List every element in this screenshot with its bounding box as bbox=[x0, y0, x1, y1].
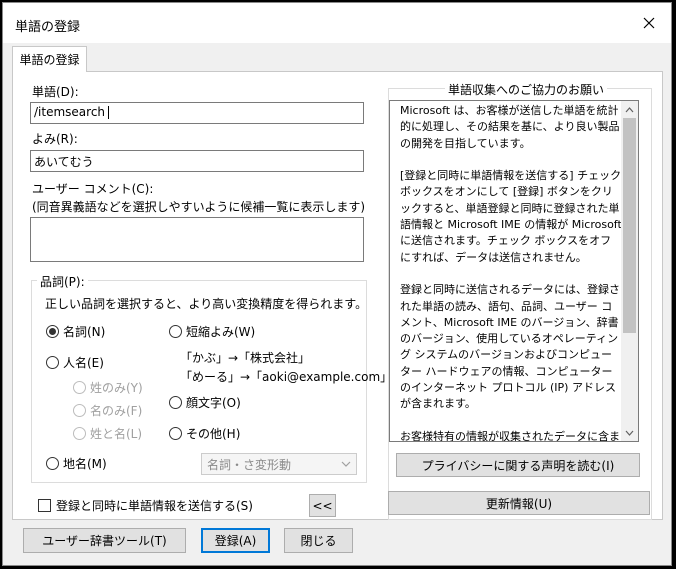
word-label: 単語(D): bbox=[32, 85, 79, 99]
title-bar: 単語の登録 bbox=[3, 3, 671, 43]
radio-person-name-label: 人名(E) bbox=[63, 356, 104, 370]
chevron-up-icon bbox=[625, 106, 634, 112]
radio-noun-label: 名詞(N) bbox=[63, 325, 106, 339]
radio-other-label: その他(H) bbox=[186, 427, 241, 441]
radio-other[interactable]: その他(H) bbox=[169, 425, 240, 442]
radio-surname-and-given-label: 姓と名(L) bbox=[90, 427, 143, 441]
abbreviation-example-2: 「めーる」→「aoki@example.com」 bbox=[180, 370, 393, 384]
reading-label: よみ(R): bbox=[32, 132, 78, 146]
radio-unchecked-icon bbox=[169, 325, 182, 338]
collapse-button[interactable]: << bbox=[309, 494, 336, 517]
reading-input-value: あいてむう bbox=[34, 155, 94, 169]
info-paragraph: [登録と同時に単語情報を送信する] チェック ボックスをオンにして [登録] ボ… bbox=[400, 169, 622, 264]
scroll-up-button[interactable] bbox=[621, 101, 638, 118]
radio-abbreviation-label: 短縮よみ(W) bbox=[186, 325, 256, 339]
comment-hint: (同音異義語などを選択しやすいように候補一覧に表示します) bbox=[32, 200, 366, 214]
comment-input[interactable] bbox=[30, 217, 364, 262]
radio-unchecked-icon bbox=[73, 381, 86, 394]
radio-checked-icon bbox=[46, 325, 59, 338]
radio-surname-only[interactable]: 姓のみ(Y) bbox=[73, 379, 143, 396]
radio-surname-and-given[interactable]: 姓と名(L) bbox=[73, 425, 142, 442]
chevron-down-icon bbox=[625, 430, 634, 436]
send-word-info-label: 登録と同時に単語情報を送信する(S) bbox=[56, 499, 253, 513]
radio-noun[interactable]: 名詞(N) bbox=[46, 323, 105, 340]
close-button[interactable]: 閉じる bbox=[284, 528, 353, 553]
radio-given-only[interactable]: 名のみ(F) bbox=[73, 402, 142, 419]
privacy-statement-button[interactable]: プライバシーに関する声明を読む(I) bbox=[396, 453, 640, 477]
word-input[interactable]: /itemsearch bbox=[30, 102, 364, 124]
part-of-speech-description: 正しい品詞を選択すると、より高い変換精度を得られます。 bbox=[45, 297, 368, 311]
subtype-combobox-value: 名詞・さ変形動 bbox=[207, 457, 292, 472]
info-title: 単語収集へのご協力のお願い bbox=[445, 81, 608, 98]
radio-abbreviation[interactable]: 短縮よみ(W) bbox=[169, 323, 255, 340]
tab-panel: 単語(D): /itemsearch よみ(R): あいてむう ユーザー コメン… bbox=[12, 71, 663, 520]
radio-unchecked-icon bbox=[169, 427, 182, 440]
window-title: 単語の登録 bbox=[15, 20, 81, 35]
abbreviation-example-1: 「かぶ」→「株式会社」 bbox=[180, 351, 311, 365]
radio-emoticon-label: 顔文字(O) bbox=[186, 396, 241, 410]
info-paragraph: 登録と同時に送信されるデータには、登録された単語の読み、語句、品詞、ユーザー コ… bbox=[400, 283, 620, 411]
radio-unchecked-icon bbox=[73, 427, 86, 440]
info-paragraph: お客様特有の情報が収集されたデータに含まれることがあります。このような情報が存在… bbox=[400, 429, 620, 442]
tab-register-word[interactable]: 単語の登録 bbox=[12, 46, 87, 72]
subtype-combobox[interactable]: 名詞・さ変形動 bbox=[201, 453, 357, 475]
part-of-speech-title: 品詞(P): bbox=[37, 273, 88, 290]
radio-place-name[interactable]: 地名(M) bbox=[46, 455, 107, 472]
radio-unchecked-icon bbox=[46, 356, 59, 369]
reading-input[interactable]: あいてむう bbox=[30, 150, 364, 172]
radio-emoticon[interactable]: 顔文字(O) bbox=[169, 394, 241, 411]
radio-surname-only-label: 姓のみ(Y) bbox=[90, 381, 143, 395]
radio-person-name[interactable]: 人名(E) bbox=[46, 354, 104, 371]
scroll-down-button[interactable] bbox=[621, 424, 638, 441]
radio-unchecked-icon bbox=[46, 457, 59, 470]
update-info-button[interactable]: 更新情報(U) bbox=[388, 491, 650, 515]
radio-place-name-label: 地名(M) bbox=[63, 457, 107, 471]
window-close-button[interactable] bbox=[627, 3, 671, 43]
comment-label: ユーザー コメント(C): bbox=[32, 182, 154, 196]
close-icon bbox=[643, 17, 655, 29]
chevron-down-icon bbox=[341, 461, 351, 467]
radio-given-only-label: 名のみ(F) bbox=[90, 404, 143, 418]
register-button[interactable]: 登録(A) bbox=[201, 528, 270, 553]
scroll-thumb[interactable] bbox=[623, 118, 636, 333]
info-paragraph: Microsoft は、お客様が送信した単語を統計的に処理し、その結果を基に、よ… bbox=[400, 104, 620, 150]
send-word-info-checkbox[interactable]: 登録と同時に単語情報を送信する(S) bbox=[38, 497, 253, 514]
info-text: Microsoft は、お客様が送信した単語を統計的に処理し、その結果を基に、よ… bbox=[400, 103, 622, 442]
user-dictionary-tool-button[interactable]: ユーザー辞書ツール(T) bbox=[23, 528, 186, 553]
word-input-value: /itemsearch bbox=[34, 105, 106, 119]
info-scrollbar[interactable] bbox=[621, 101, 638, 441]
radio-unchecked-icon bbox=[169, 396, 182, 409]
register-word-dialog: 単語の登録 単語の登録 単語(D): /itemsearch よみ(R): あい… bbox=[2, 2, 672, 566]
radio-unchecked-icon bbox=[73, 404, 86, 417]
info-textbox[interactable]: Microsoft は、お客様が送信した単語を統計的に処理し、その結果を基に、よ… bbox=[389, 100, 639, 442]
checkbox-unchecked-icon bbox=[38, 499, 51, 512]
